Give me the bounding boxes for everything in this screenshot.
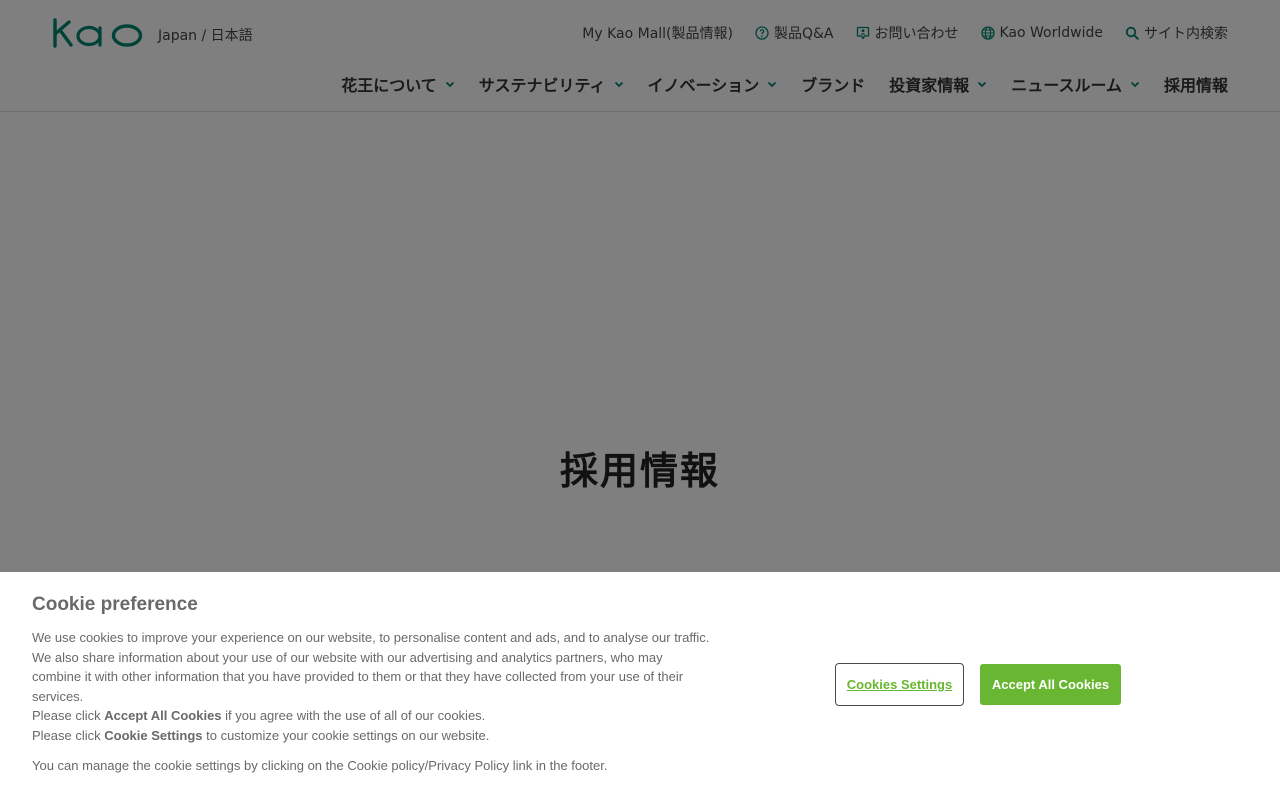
- cookie-manage-note: You can manage the cookie settings by cl…: [32, 758, 608, 773]
- cookie-body: We use cookies to improve your experienc…: [32, 630, 710, 704]
- accept-all-cookies-button[interactable]: Accept All Cookies: [980, 664, 1121, 705]
- cookie-accept-instruction: Please click Accept All Cookies if you a…: [32, 708, 486, 724]
- cookie-banner: Cookie preference We use cookies to impr…: [0, 572, 1280, 800]
- cookie-settings-instruction: Please click Cookie Settings to customiz…: [32, 727, 490, 743]
- cookie-description: We use cookies to improve your experienc…: [32, 628, 712, 746]
- cookies-settings-button[interactable]: Cookies Settings: [835, 663, 964, 706]
- cookie-title: Cookie preference: [32, 594, 198, 615]
